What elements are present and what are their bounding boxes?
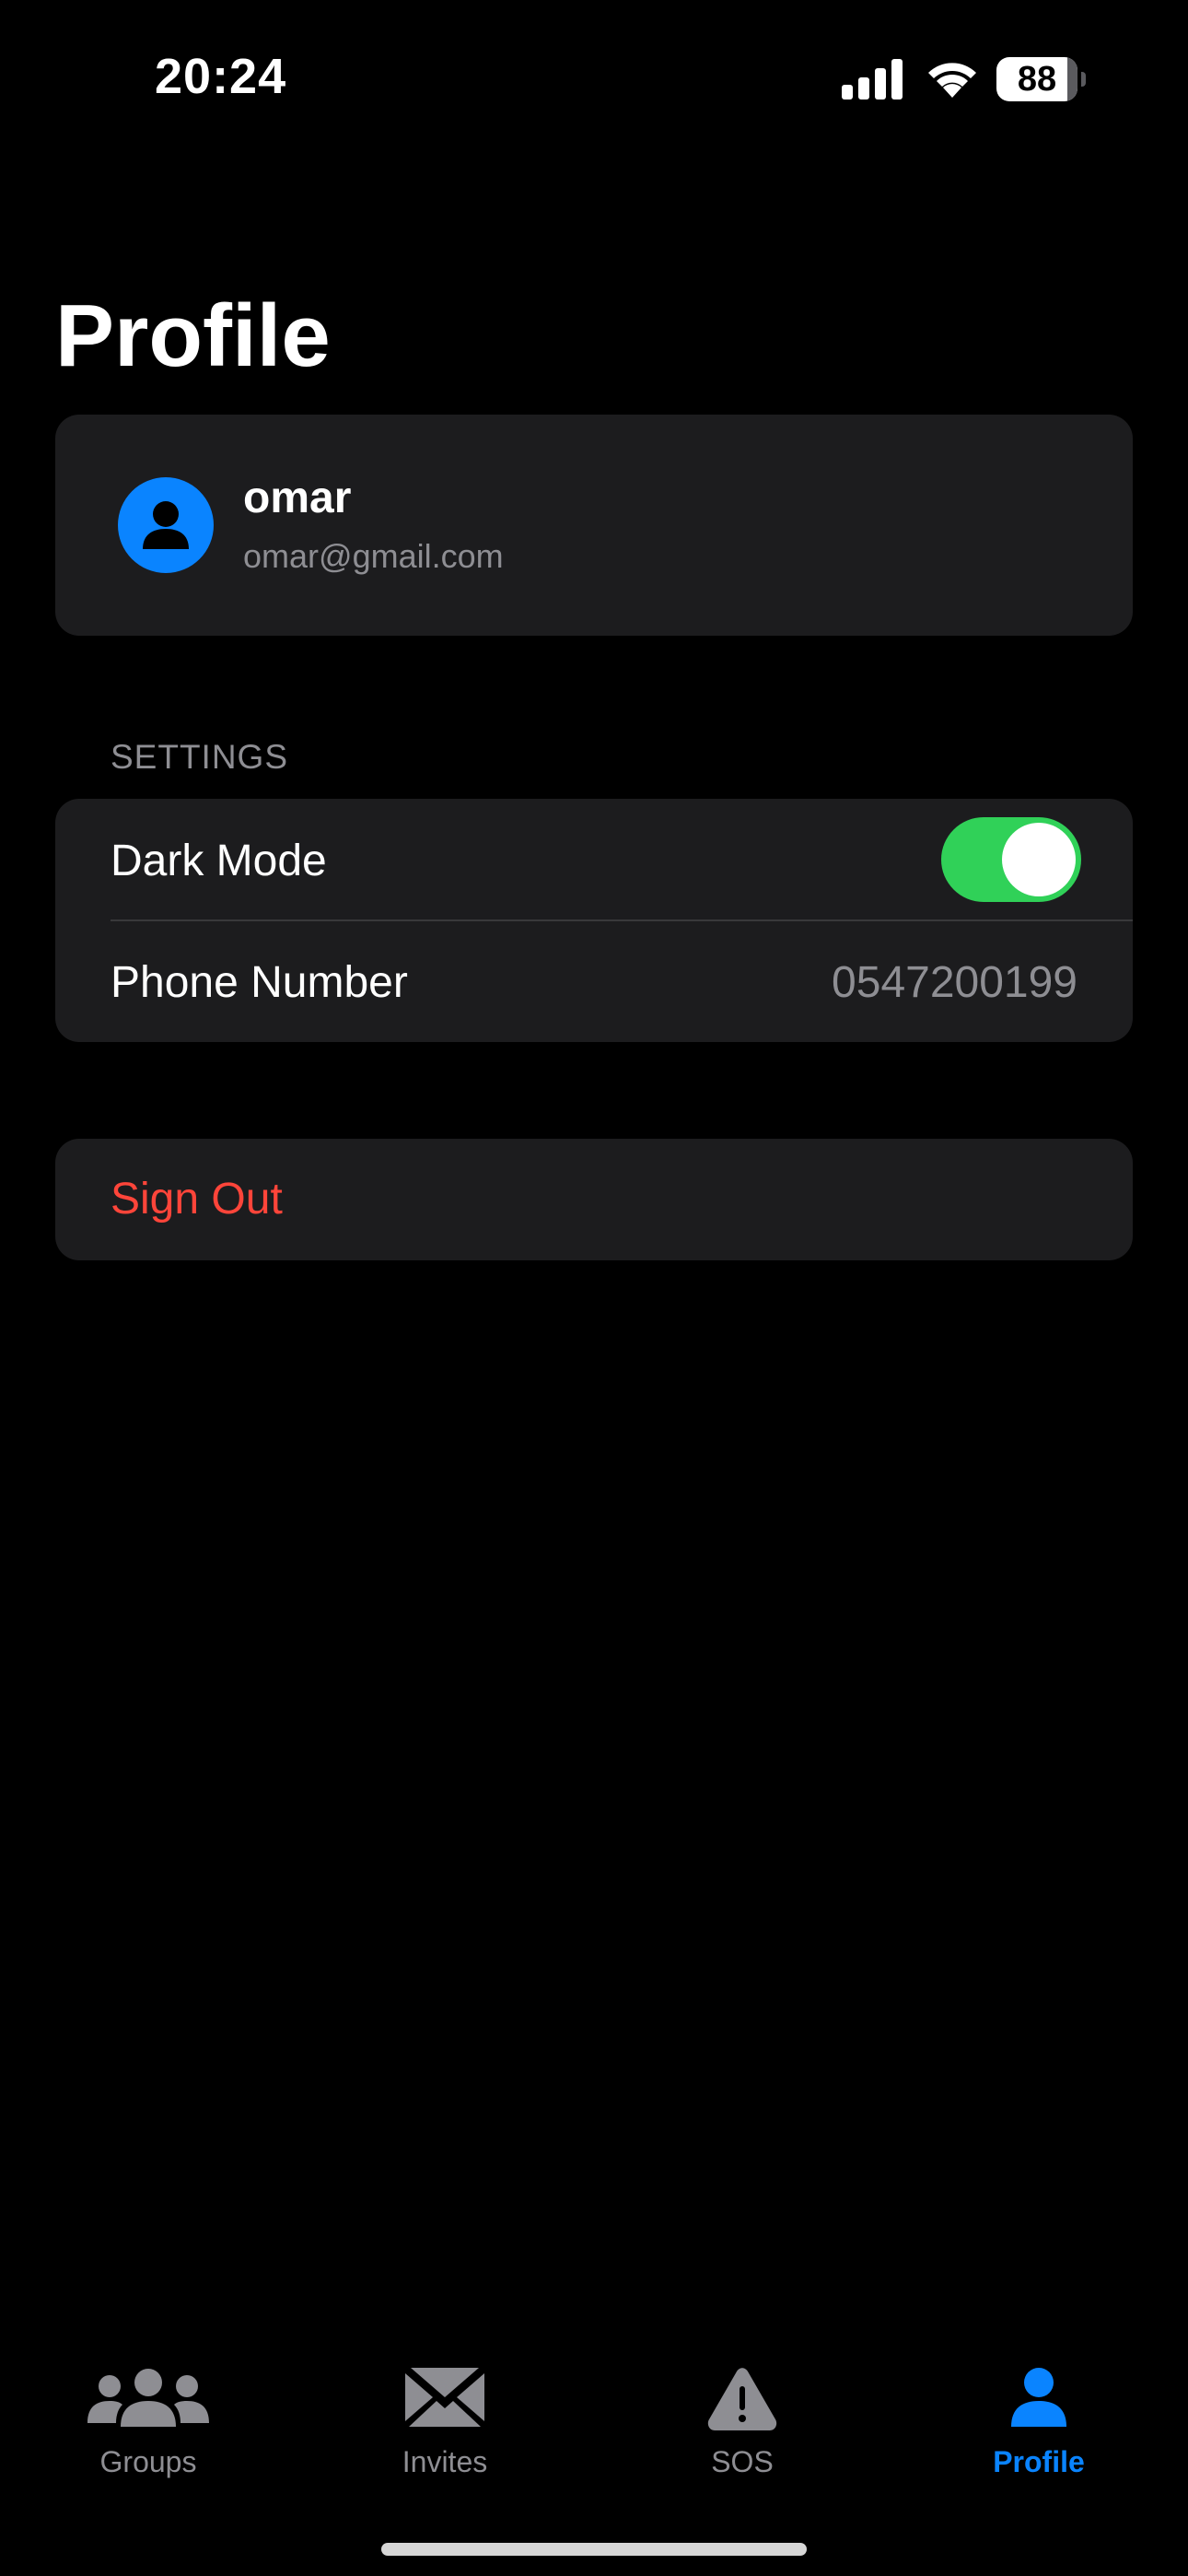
- status-time: 20:24: [155, 49, 287, 104]
- tab-profile[interactable]: Profile: [891, 2340, 1187, 2506]
- tab-profile-label: Profile: [993, 2445, 1085, 2478]
- phone-number-row[interactable]: Phone Number 0547200199: [55, 920, 1133, 1042]
- people-icon: [87, 2369, 209, 2427]
- envelope-icon: [405, 2368, 484, 2427]
- user-email: omar@gmail.com: [243, 537, 504, 575]
- sign-out-label: Sign Out: [111, 1175, 283, 1224]
- phone-number-label: Phone Number: [111, 958, 408, 1007]
- tab-groups[interactable]: Groups: [0, 2340, 297, 2506]
- dark-mode-toggle[interactable]: [941, 817, 1081, 902]
- battery-indicator: 88: [996, 57, 1086, 101]
- battery-level: 88: [1017, 60, 1057, 99]
- wifi-icon: [928, 63, 976, 98]
- settings-card: Dark Mode Phone Number 0547200199: [55, 799, 1133, 1042]
- toggle-knob: [1002, 823, 1076, 896]
- tab-sos[interactable]: SOS: [594, 2340, 891, 2506]
- warning-triangle-icon: [707, 2368, 777, 2430]
- person-icon: [143, 501, 189, 549]
- user-name: omar: [243, 474, 352, 522]
- phone-number-value: 0547200199: [832, 958, 1077, 1007]
- home-indicator[interactable]: [381, 2543, 807, 2556]
- tab-invites[interactable]: Invites: [297, 2340, 593, 2506]
- sign-out-button[interactable]: Sign Out: [55, 1139, 1133, 1260]
- person-icon: [1011, 2368, 1066, 2427]
- settings-section-header: SETTINGS: [111, 738, 289, 776]
- cellular-signal-icon: [842, 59, 903, 100]
- dark-mode-label: Dark Mode: [111, 837, 327, 885]
- tab-invites-label: Invites: [402, 2445, 488, 2478]
- avatar: [118, 477, 214, 573]
- status-bar: 20:24 88: [0, 0, 1188, 157]
- profile-card[interactable]: omar omar@gmail.com: [55, 415, 1133, 636]
- tab-bar: Groups Invites SOS Profile: [0, 2340, 1188, 2506]
- tab-groups-label: Groups: [99, 2445, 197, 2478]
- dark-mode-row: Dark Mode: [55, 799, 1133, 921]
- page-title: Profile: [55, 287, 331, 385]
- tab-sos-label: SOS: [711, 2445, 774, 2478]
